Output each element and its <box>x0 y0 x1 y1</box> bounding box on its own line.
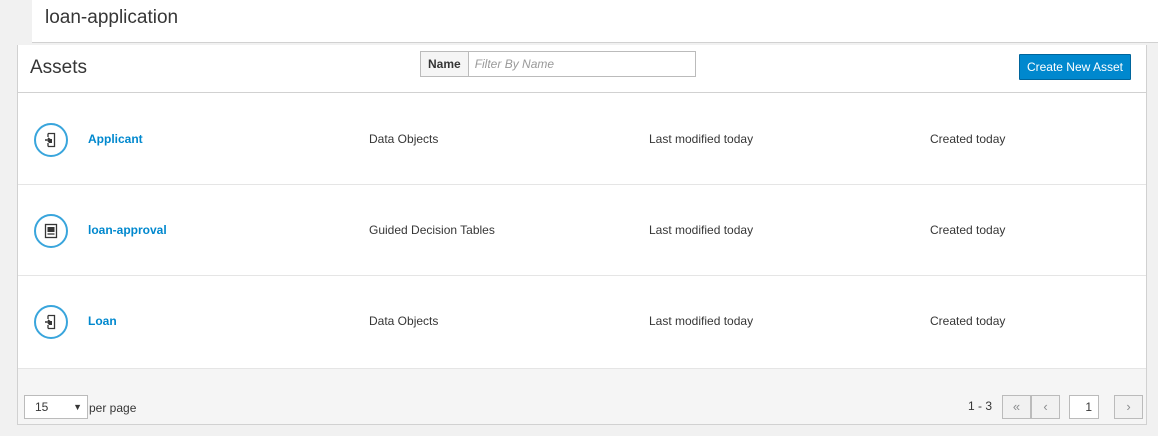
asset-modified: Last modified today <box>649 132 754 146</box>
asset-name-link[interactable]: Loan <box>88 314 117 328</box>
asset-row-applicant[interactable]: Applicant Data Objects Last modified tod… <box>18 94 1146 185</box>
page-range: 1 - 3 <box>968 399 993 413</box>
filter-label: Name <box>420 51 468 77</box>
per-page-label: per page <box>89 401 137 415</box>
asset-name-link[interactable]: Applicant <box>88 132 143 146</box>
create-new-asset-button[interactable]: Create New Asset <box>1018 54 1131 80</box>
asset-type: Data Objects <box>369 132 439 146</box>
asset-list: Applicant Data Objects Last modified tod… <box>18 94 1146 367</box>
asset-type: Data Objects <box>369 314 439 328</box>
pagination-bar: 15 ▼ per page 1 - 3 « ‹ 1 › <box>18 368 1146 424</box>
per-page-select[interactable]: 15 ▼ <box>24 395 88 419</box>
project-title: loan-application <box>45 7 179 28</box>
assets-panel-header: Assets Name Create New Asset <box>18 45 1146 93</box>
project-header: loan-application <box>32 0 1158 43</box>
chevron-left-icon: ‹ <box>1043 399 1048 414</box>
name-filter: Name <box>420 51 696 77</box>
next-page-button[interactable]: › <box>1114 395 1143 419</box>
previous-page-button[interactable]: ‹ <box>1031 395 1060 419</box>
double-chevron-left-icon: « <box>1012 399 1021 414</box>
data-object-icon <box>34 305 68 339</box>
chevron-right-icon: › <box>1126 399 1131 414</box>
asset-modified: Last modified today <box>649 314 754 328</box>
asset-type: Guided Decision Tables <box>369 223 495 237</box>
asset-modified: Last modified today <box>649 223 754 237</box>
decision-table-icon <box>34 214 68 248</box>
asset-row-loan[interactable]: Loan Data Objects Last modified today Cr… <box>18 276 1146 367</box>
asset-row-loan-approval[interactable]: loan-approval Guided Decision Tables Las… <box>18 185 1146 276</box>
asset-created: Created today <box>930 223 1006 237</box>
current-page-input[interactable]: 1 <box>1069 395 1099 419</box>
assets-panel: Assets Name Create New Asset Applicant D… <box>17 45 1147 425</box>
asset-created: Created today <box>930 132 1006 146</box>
caret-down-icon: ▼ <box>73 402 82 412</box>
first-page-button[interactable]: « <box>1002 395 1031 419</box>
assets-title: Assets <box>30 57 88 78</box>
asset-created: Created today <box>930 314 1006 328</box>
per-page-value: 15 <box>35 400 49 414</box>
data-object-icon <box>34 123 68 157</box>
asset-name-link[interactable]: loan-approval <box>88 223 167 237</box>
filter-by-name-input[interactable] <box>467 51 696 77</box>
